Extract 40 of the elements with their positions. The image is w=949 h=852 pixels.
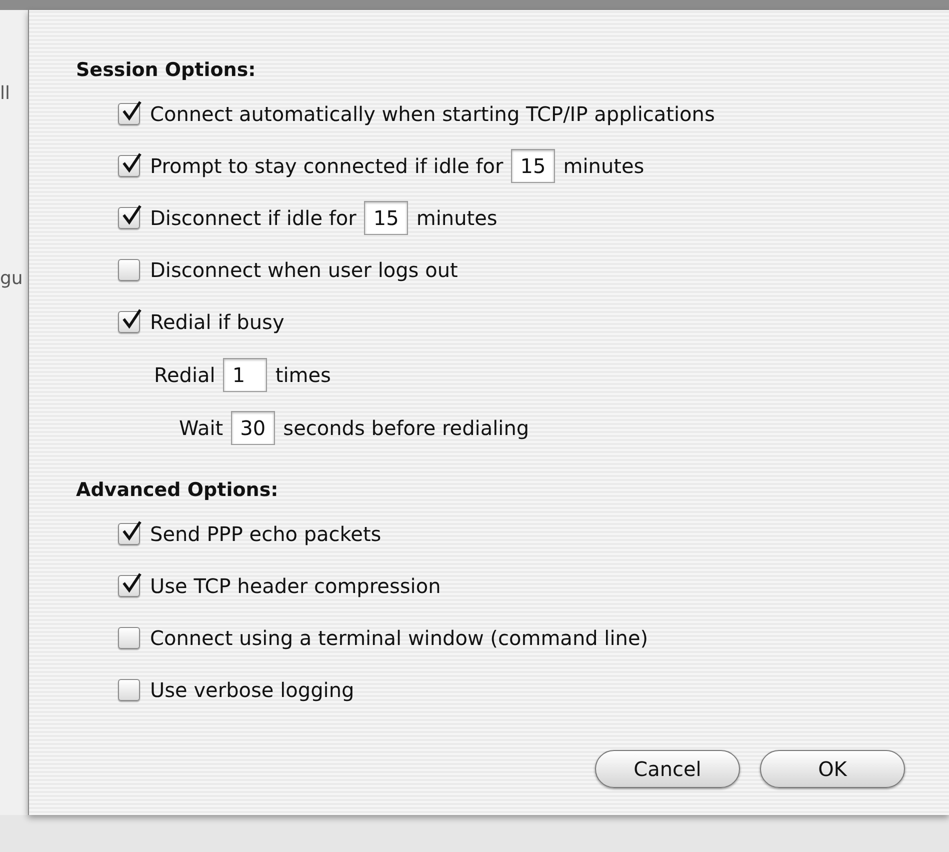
option-label: minutes [563,153,644,180]
number-field[interactable]: 30 [231,410,276,444]
option-label: Send PPP echo packets [150,521,382,548]
checkbox[interactable] [118,523,140,545]
checkmark-icon [121,100,143,122]
option-label: seconds before redialing [283,414,530,442]
option-label: Wait [179,414,224,442]
option-label: Connect automatically when starting TCP/IP applications [150,101,715,128]
checkbox[interactable] [118,627,140,649]
section-heading: Advanced Options: [76,478,280,503]
option-label: Prompt to stay connected if idle for [150,153,504,180]
checkbox[interactable] [118,207,140,229]
dialog-button[interactable]: OK [760,750,905,788]
checkbox[interactable] [118,259,140,281]
option-label: Use TCP header compression [150,573,441,600]
checkmark-icon [121,572,143,594]
checkmark-icon [121,152,143,174]
checkbox[interactable] [118,679,140,701]
checkmark-icon [121,520,143,542]
option-label: Use verbose logging [150,677,354,704]
checkbox[interactable] [118,155,140,177]
option-label: minutes [416,205,498,232]
faded-label: gu [0,267,24,291]
checkmark-icon [121,204,143,226]
checkbox[interactable] [118,311,140,333]
number-field[interactable]: 15 [364,201,408,235]
faded-label: ll [0,82,12,106]
number-field[interactable]: 15 [511,149,556,183]
option-label: Disconnect when user logs out [150,257,458,284]
checkbox[interactable] [118,575,140,597]
number-field[interactable]: 1 [223,358,268,392]
option-label: Redial [154,362,216,388]
option-label: times [275,362,331,388]
section-heading: Session Options: [76,58,257,83]
option-label: Connect using a terminal window (command line) [150,625,648,652]
dialog-button[interactable]: Cancel [595,750,740,788]
checkmark-icon [121,308,143,330]
option-label: Disconnect if idle for [150,205,356,232]
checkbox[interactable] [118,103,140,125]
option-label: Redial if busy [150,309,284,336]
